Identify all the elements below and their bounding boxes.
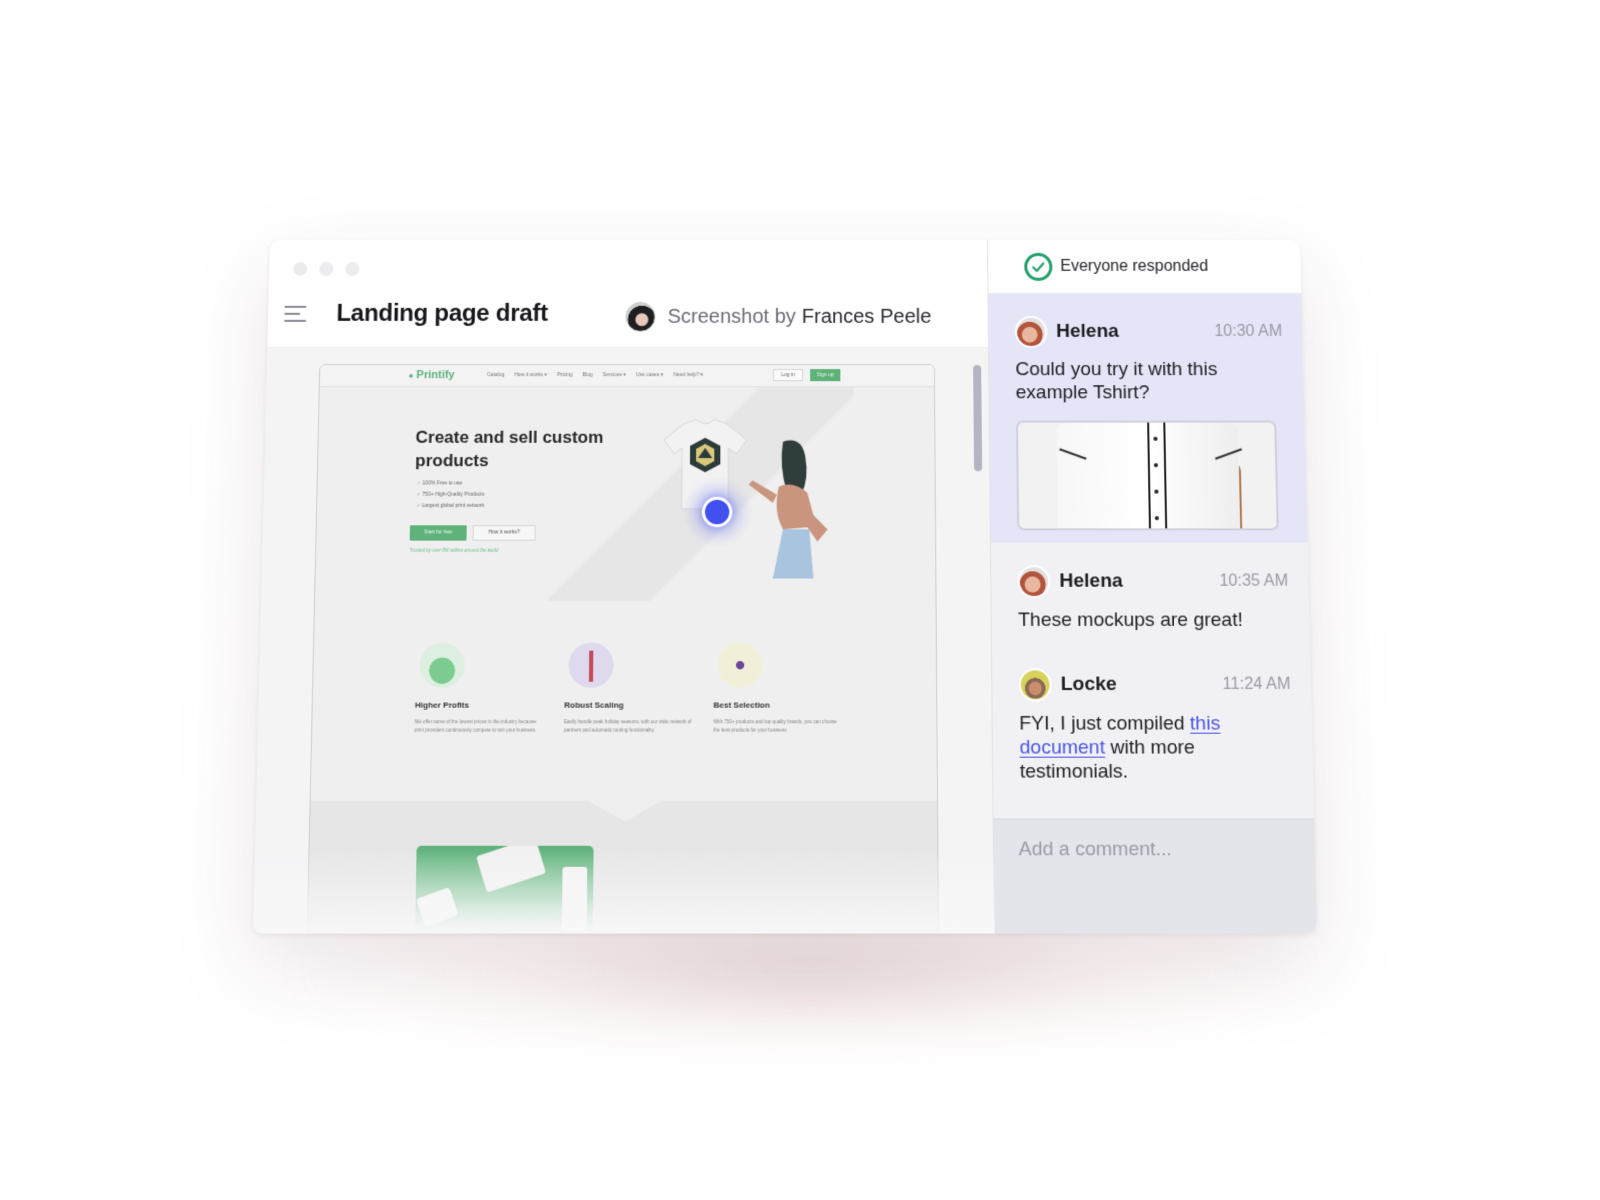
checklist-item: 100% Free to use xyxy=(417,480,485,491)
comment-time: 11:24 AM xyxy=(1222,675,1291,694)
printify-logo: Printify xyxy=(408,369,454,381)
close-window-button[interactable] xyxy=(293,261,308,276)
minimize-window-button[interactable] xyxy=(319,261,334,276)
avatar xyxy=(1014,315,1048,348)
checklist-item: Largest global print network xyxy=(416,503,484,514)
feature-card: Robust Scaling Easily handle peak holida… xyxy=(564,642,695,733)
comment-time: 10:35 AM xyxy=(1219,572,1289,590)
add-comment-input[interactable] xyxy=(1018,838,1291,862)
comment-text-before: FYI, I just compiled xyxy=(1019,712,1191,735)
screenshot-signup-button: Sign up xyxy=(810,369,841,382)
author-name: Frances Peele xyxy=(801,305,932,328)
author-avatar xyxy=(625,301,656,332)
comment-composer xyxy=(993,818,1318,934)
nav-link: Use cases ▾ xyxy=(635,372,664,379)
feature-description: With 750+ products and top quality brand… xyxy=(713,719,838,733)
woman-illustration xyxy=(748,440,828,579)
bottom-fade xyxy=(252,848,995,934)
author-prefix: Screenshot by xyxy=(667,305,796,328)
tshirt-attachment-image[interactable] xyxy=(1015,420,1279,531)
app-window: Landing page draft Screenshot by Frances… xyxy=(252,240,1318,934)
comment-author: Locke xyxy=(1060,673,1117,696)
hero-title: Create and sell custom products xyxy=(414,427,604,471)
feature-description: We offer some of the lowest prices in th… xyxy=(414,719,537,733)
checklist-item: 750+ High-Quality Products xyxy=(416,492,484,503)
response-status-bar: Everyone responded xyxy=(988,240,1302,294)
screenshot-pane: Landing page draft Screenshot by Frances… xyxy=(252,240,995,934)
nav-link: Catalog xyxy=(487,372,505,379)
comment-item[interactable]: Helena 10:35 AM These mockups are great! xyxy=(991,543,1310,632)
screenshot-navbar: Printify Catalog How it works ▾ Pricing … xyxy=(319,365,935,388)
nav-link: Blog xyxy=(582,372,593,379)
comment-text: These mockups are great! xyxy=(1018,609,1244,632)
screenshot-how-button: How it works? xyxy=(472,525,536,541)
feature-title: Robust Scaling xyxy=(564,700,624,710)
status-text: Everyone responded xyxy=(1060,257,1209,275)
annotation-cursor-marker[interactable] xyxy=(701,496,733,528)
screenshot-start-button: Start for free xyxy=(409,525,467,541)
nav-link: Services ▾ xyxy=(602,372,626,379)
nav-link: Need help? ▾ xyxy=(673,372,704,379)
maximize-window-button[interactable] xyxy=(345,261,360,276)
feature-card: Best Selection With 750+ products and to… xyxy=(713,642,844,733)
document-header: Landing page draft Screenshot by Frances… xyxy=(267,240,989,348)
screenshot-login-button: Log in xyxy=(772,369,804,382)
feature-title: Best Selection xyxy=(713,700,770,710)
avatar xyxy=(1017,565,1051,599)
comment-text: Could you try it with this example Tshir… xyxy=(1015,359,1218,404)
vertical-scrollbar[interactable] xyxy=(973,365,983,472)
comment-item[interactable]: Helena 10:30 AM Could you try it with th… xyxy=(988,293,1308,543)
feature-card: Higher Profits We offer some of the lowe… xyxy=(414,642,546,733)
phone-shopping-icon xyxy=(717,642,763,688)
comment-item[interactable]: Locke 11:24 AM FYI, I just compiled this… xyxy=(992,646,1313,784)
window-controls xyxy=(293,261,360,276)
screenshot-author: Screenshot by Frances Peele xyxy=(625,301,932,332)
check-circle-icon xyxy=(1024,252,1053,281)
nav-link: How it works ▾ xyxy=(514,372,547,379)
features-section: Higher Profits We offer some of the lowe… xyxy=(414,642,844,733)
comment-author: Helena xyxy=(1056,320,1119,342)
feature-description: Easily handle peak holiday seasons, with… xyxy=(563,719,692,733)
trusted-text: Trusted by over 8M sellers around the wo… xyxy=(409,547,499,553)
comment-time: 10:30 AM xyxy=(1214,322,1283,340)
document-title: Landing page draft xyxy=(336,299,548,327)
comments-panel: Everyone responded Helena 10:30 AM Could… xyxy=(988,240,1318,934)
comment-author: Helena xyxy=(1059,570,1123,592)
screenshot-nav-links: Catalog How it works ▾ Pricing Blog Serv… xyxy=(487,372,703,378)
hero-checklist: 100% Free to use 750+ High-Quality Produ… xyxy=(416,480,484,514)
rocket-chart-icon xyxy=(568,642,614,688)
feature-title: Higher Profits xyxy=(414,700,470,710)
avatar xyxy=(1018,668,1052,702)
nav-link: Pricing xyxy=(556,372,573,379)
piggy-bank-icon xyxy=(419,642,465,688)
comment-text: FYI, I just compiled this document with … xyxy=(1019,712,1293,784)
hamburger-menu-icon[interactable] xyxy=(284,305,307,322)
